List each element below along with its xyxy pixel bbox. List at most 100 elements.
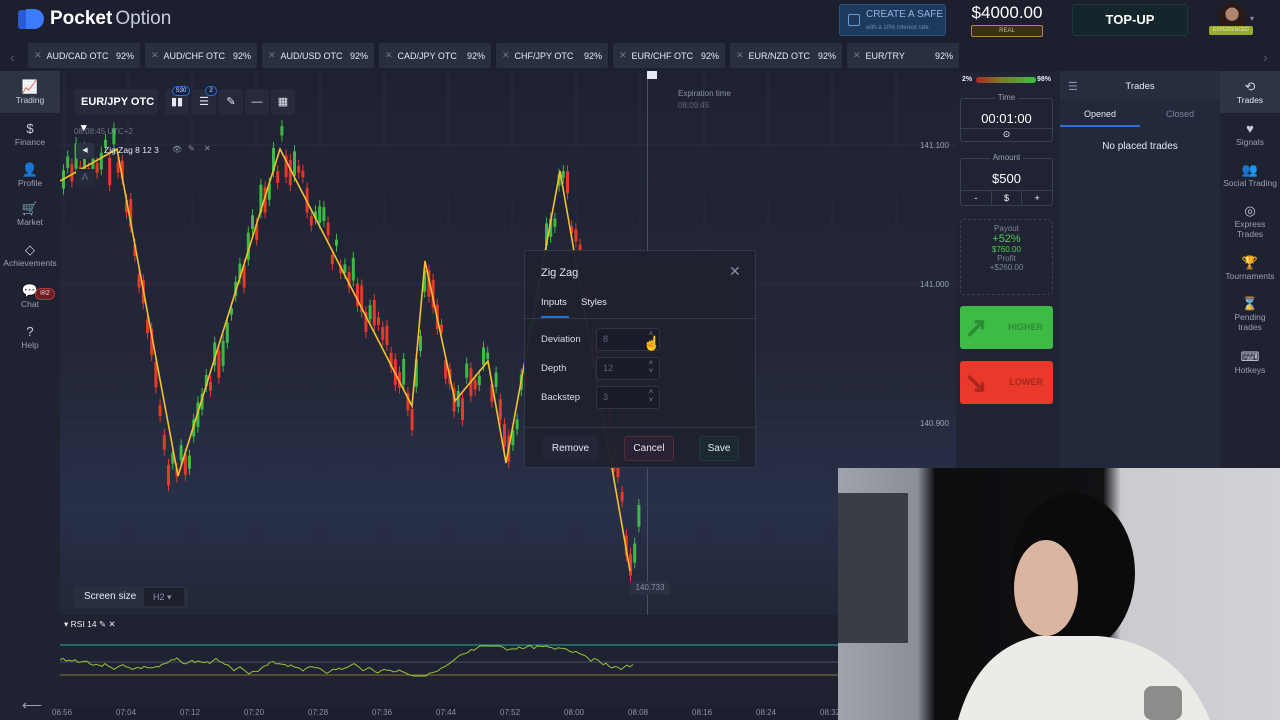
- divider: [525, 318, 755, 319]
- stepper-icon[interactable]: ˄ ˅: [649, 360, 653, 376]
- screen-size-select[interactable]: H2 ▾: [144, 588, 184, 606]
- help-icon: ?: [26, 324, 34, 339]
- payout-percent: +52%: [992, 233, 1021, 245]
- cancel-button[interactable]: Cancel: [624, 436, 674, 461]
- sidebar-item-label: Profile: [17, 178, 43, 188]
- asset-tab[interactable]: ✕ EUR/NZD OTC 92%: [730, 43, 842, 68]
- line-tool-button[interactable]: —: [245, 89, 269, 115]
- close-icon[interactable]: ✕: [853, 50, 861, 61]
- time-value[interactable]: 00:01:00: [961, 111, 1052, 126]
- chevron-down-icon[interactable]: ▾: [1250, 14, 1254, 23]
- price-level: 141.100: [920, 141, 949, 150]
- decrease-amount-button[interactable]: -: [961, 191, 992, 206]
- sidebar-item-express-trades[interactable]: ◎ Express Trades: [1220, 203, 1280, 239]
- sidebar-item-profile[interactable]: 👤 Profile: [0, 162, 60, 188]
- payout-amount: $760.00: [992, 245, 1021, 254]
- screen-size-value: H2: [153, 592, 165, 602]
- close-icon[interactable]: ✕: [729, 263, 741, 280]
- layout-button[interactable]: ▦: [271, 89, 295, 115]
- tab-opened[interactable]: Opened: [1060, 101, 1140, 127]
- close-icon[interactable]: ✕: [109, 619, 116, 629]
- close-icon[interactable]: ✕: [268, 50, 276, 61]
- asset-tab[interactable]: ✕ EUR/TRY 92%: [847, 43, 959, 68]
- collapse-indicators-button[interactable]: ◀: [76, 143, 94, 159]
- balance-display[interactable]: $4000.00 REAL: [964, 3, 1050, 37]
- auto-scale-button[interactable]: A: [76, 169, 94, 187]
- account-type-badge[interactable]: REAL: [971, 25, 1043, 37]
- create-safe-button[interactable]: CREATE A SAFE with a 10% interest rate: [839, 4, 946, 36]
- close-icon[interactable]: ✕: [385, 50, 393, 61]
- amount-value[interactable]: $500: [961, 171, 1052, 186]
- time-tick: 07:52: [500, 708, 521, 717]
- asset-name: AUD/CAD OTC: [46, 50, 109, 61]
- save-button[interactable]: Save: [699, 436, 739, 461]
- asset-tab[interactable]: ✕ AUD/USD OTC 92%: [262, 43, 374, 68]
- payout-label: Payout: [994, 224, 1019, 233]
- close-icon[interactable]: ✕: [619, 50, 627, 61]
- arrow-left-icon[interactable]: ⟵: [22, 697, 42, 714]
- sidebar-item-finance[interactable]: $ Finance: [0, 121, 60, 147]
- clock-icon[interactable]: ⊙: [961, 128, 1052, 142]
- tab-inputs[interactable]: Inputs: [541, 297, 567, 308]
- close-icon[interactable]: ✕: [204, 144, 211, 153]
- backstep-input[interactable]: 3 ˄ ˅: [596, 386, 660, 409]
- time-tick: 07:44: [436, 708, 457, 717]
- asset-name: EUR/TRY: [865, 50, 905, 61]
- sidebar-item-help[interactable]: ? Help: [0, 324, 60, 350]
- pencil-icon[interactable]: ✎: [99, 619, 106, 629]
- balance-amount: $4000.00: [971, 3, 1043, 22]
- close-icon[interactable]: ✕: [736, 50, 744, 61]
- higher-button[interactable]: ↗ HIGHER: [960, 306, 1053, 349]
- asset-tab[interactable]: ✕ EUR/CHF OTC 92%: [613, 43, 725, 68]
- users-icon: 👥: [1241, 162, 1259, 177]
- sidebar-item-market[interactable]: 🛒 Market: [0, 201, 60, 227]
- asset-tab[interactable]: ✕ AUD/CAD OTC 92%: [28, 43, 140, 68]
- sentiment-high: 98%: [1037, 76, 1052, 83]
- remove-button[interactable]: Remove: [543, 436, 598, 461]
- logo[interactable]: Pocket Option: [18, 8, 171, 30]
- time-tick: 07:20: [244, 708, 265, 717]
- close-icon[interactable]: ✕: [34, 50, 42, 61]
- close-icon[interactable]: ✕: [151, 50, 159, 61]
- tab-styles[interactable]: Styles: [581, 297, 607, 308]
- stepper-icon[interactable]: ˄ ˅: [649, 389, 653, 405]
- depth-input[interactable]: 12 ˄ ˅: [596, 357, 660, 380]
- asset-selector[interactable]: EUR/JPY OTC ▾: [74, 89, 158, 134]
- asset-payout: 92%: [934, 50, 953, 61]
- sidebar-item-achievements[interactable]: ◇ Achievements: [0, 242, 60, 268]
- tab-closed[interactable]: Closed: [1140, 101, 1220, 127]
- price-chart[interactable]: EUR/JPY OTC ▾ ▮▮ S30 ☰ 2 ✎ — ▦ 08:08:45 …: [60, 71, 956, 615]
- sidebar-item-signals[interactable]: ♥ Signals: [1220, 121, 1280, 147]
- pencil-icon[interactable]: ✎: [188, 144, 195, 153]
- price-level: 141.000: [920, 280, 949, 289]
- currency-button[interactable]: $: [992, 191, 1023, 206]
- sidebar-item-hotkeys[interactable]: ⌨ Hotkeys: [1220, 349, 1280, 375]
- chevron-left-icon[interactable]: ‹: [10, 49, 15, 65]
- hourglass-icon: ⌛: [1241, 296, 1259, 311]
- eye-icon[interactable]: 👁: [172, 145, 182, 154]
- increase-amount-button[interactable]: +: [1022, 191, 1052, 206]
- profit-amount: +$260.00: [989, 263, 1024, 272]
- sidebar-item-tournaments[interactable]: 🏆 Tournaments: [1220, 255, 1280, 281]
- close-icon[interactable]: ✕: [502, 50, 510, 61]
- sidebar-item-social-trading[interactable]: 👥 Social Trading: [1220, 162, 1280, 188]
- amount-box[interactable]: Amount $500 - $ +: [960, 153, 1053, 206]
- drawing-button[interactable]: ✎: [219, 89, 243, 115]
- asset-tab[interactable]: ✕ AUD/CHF OTC 92%: [145, 43, 257, 68]
- sidebar-item-pending-trades[interactable]: ⌛ Pending trades: [1220, 296, 1280, 332]
- trade-panel: 2% 98% Time 00:01:00 ⊙ Amount $500 - $ +…: [956, 71, 1060, 471]
- time-box[interactable]: Time 00:01:00 ⊙: [960, 93, 1053, 142]
- depth-label: Depth: [541, 363, 567, 374]
- topup-button[interactable]: TOP-UP: [1072, 4, 1188, 36]
- chevron-right-icon[interactable]: ›: [1263, 49, 1268, 65]
- lower-button[interactable]: ↘ LOWER: [960, 361, 1053, 404]
- bar-chart-icon: ▮▮: [170, 96, 184, 108]
- user-icon: 👤: [21, 162, 39, 177]
- sidebar-item-trading[interactable]: 📈 Trading: [0, 71, 60, 113]
- asset-tab[interactable]: ✕ CAD/JPY OTC 92%: [379, 43, 491, 68]
- history-icon: ⟲: [1244, 79, 1256, 94]
- sidebar-item-trades[interactable]: ⟲ Trades: [1220, 71, 1280, 113]
- chat-badge-count: 2: [45, 290, 50, 297]
- asset-tab[interactable]: ✕ CHF/JPY OTC 92%: [496, 43, 608, 68]
- heart-pulse-icon: ♥: [1246, 121, 1254, 136]
